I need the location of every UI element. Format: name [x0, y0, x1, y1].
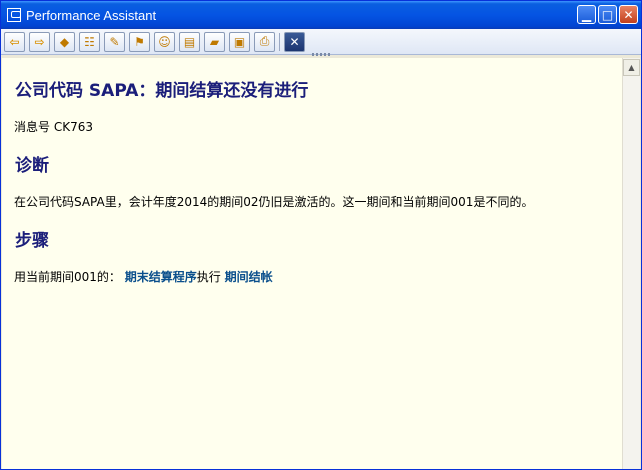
vertical-scrollbar[interactable]: ▲ [622, 58, 640, 469]
message-number: 消息号 CK763 [14, 120, 93, 134]
title-bar[interactable]: Performance Assistant ▁ □ ✕ [1, 1, 641, 29]
toolbar-separator [279, 32, 280, 51]
book-icon[interactable]: ◆ [54, 31, 75, 52]
procedure-middle: 执行 [196, 270, 221, 284]
help-content: 公司代码 SAPA：期间结算还没有进行 消息号 CK763 诊断 在公司代码SA… [2, 58, 622, 469]
procedure-line: 用当前期间001的： 期末结算程序执行 期间结帐 [14, 268, 273, 285]
scroll-up-icon[interactable]: ▲ [623, 59, 640, 76]
flag-icon[interactable]: ⚑ [129, 31, 150, 52]
procedure-prefix: 用当前期间001的： [14, 270, 121, 284]
resize-grip[interactable] [312, 53, 330, 56]
performance-assistant-window: Performance Assistant ▁ □ ✕ ⇦ ⇨ ◆ ☷ ✎ ⚑ … [0, 0, 642, 470]
diagnosis-text: 在公司代码SAPA里，会计年度2014的期间02仍旧是激活的。这一期间和当前期间… [14, 195, 534, 209]
close-x-icon[interactable]: ✕ [284, 31, 305, 52]
procedure-heading: 步骤 [15, 231, 49, 251]
window-controls: ▁ □ ✕ [577, 5, 638, 24]
period-closing-link[interactable]: 期间结帐 [225, 270, 273, 284]
edit-icon[interactable]: ✎ [104, 31, 125, 52]
window-app-icon [7, 8, 21, 22]
print-icon[interactable]: ⎙ [254, 31, 275, 52]
back-icon[interactable]: ⇦ [4, 31, 25, 52]
document-icon[interactable]: ▤ [179, 31, 200, 52]
toolbar: ⇦ ⇨ ◆ ☷ ✎ ⚑ ☺ ▤ ▰ ▣ ⎙ ✕ [1, 29, 641, 55]
minimize-button[interactable]: ▁ [577, 5, 596, 24]
users-icon[interactable]: ☺ [154, 31, 175, 52]
structure-icon[interactable]: ☷ [79, 31, 100, 52]
window-title: Performance Assistant [26, 7, 157, 23]
diagnosis-heading: 诊断 [15, 156, 49, 176]
period-end-closing-link[interactable]: 期末结算程序 [125, 270, 197, 284]
forward-icon[interactable]: ⇨ [29, 31, 50, 52]
close-button[interactable]: ✕ [619, 5, 638, 24]
ticket-icon[interactable]: ▰ [204, 31, 225, 52]
maximize-button[interactable]: □ [598, 5, 617, 24]
page-title: 公司代码 SAPA：期间结算还没有进行 [15, 81, 309, 101]
collapse-icon[interactable]: ▣ [229, 31, 250, 52]
